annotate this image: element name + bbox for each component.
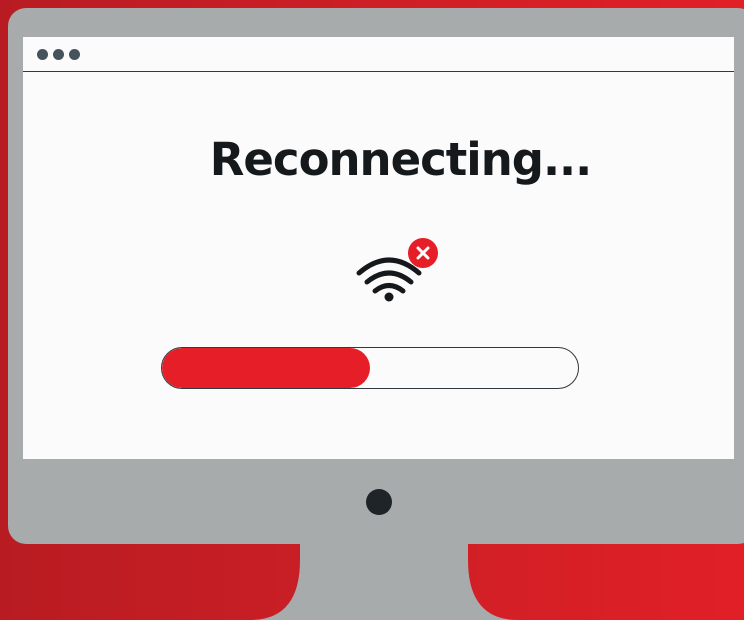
window-dot-icon bbox=[69, 49, 80, 60]
window-dot-icon bbox=[37, 49, 48, 60]
window-dot-icon bbox=[53, 49, 64, 60]
progress-bar bbox=[161, 347, 579, 389]
wifi-status bbox=[353, 237, 443, 307]
progress-fill bbox=[162, 348, 370, 388]
webcam-icon bbox=[366, 489, 392, 515]
page-title: Reconnecting... bbox=[209, 133, 593, 186]
close-icon bbox=[408, 238, 438, 268]
window-titlebar bbox=[23, 37, 734, 72]
screen: Reconnecting... bbox=[23, 37, 734, 459]
